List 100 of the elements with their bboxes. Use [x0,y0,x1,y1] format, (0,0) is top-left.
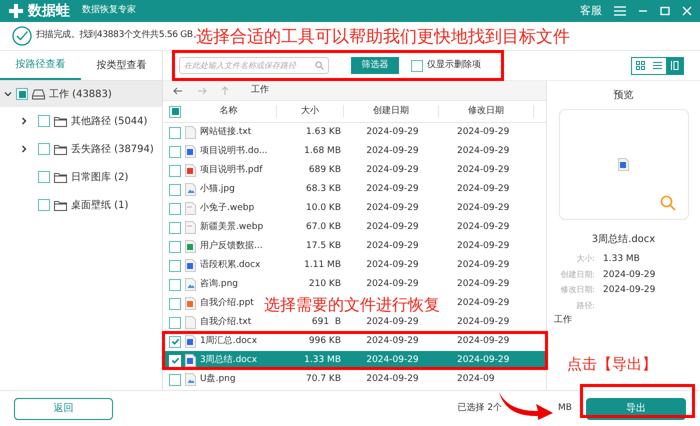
search-icon[interactable] [315,61,324,70]
checkbox[interactable] [169,146,181,158]
view-toggle[interactable] [666,58,683,74]
checkbox[interactable] [38,199,50,211]
checkbox[interactable] [169,260,181,272]
view-tab[interactable]: 按类型查看 [81,51,162,80]
created-date: 2024-09-29 [366,240,419,251]
check-circle-icon [12,26,32,46]
created-date: 2024-09-29 [366,374,419,384]
tree-label: 工作 (43883) [49,88,112,102]
checkbox[interactable] [38,143,50,155]
detail-path: 工作 [554,314,573,326]
checkbox[interactable] [169,106,181,118]
folder-icon [54,172,67,182]
file-icon [185,316,196,329]
file-name: 项目说明书.do... [200,144,268,158]
maximize-icon[interactable] [660,6,670,16]
file-size: 10.0 KB [306,202,341,213]
modified-date: 2024-09-29 [457,164,510,175]
file-name: 小猫.jpg [200,182,235,196]
modified-date: 2024-09-29 [457,240,510,251]
drive-icon [32,88,45,100]
created-date: 2024-09-29 [366,316,419,327]
tree-label: 桌面壁纸 (1) [71,198,128,212]
checkbox[interactable] [169,374,181,386]
checkbox[interactable] [169,278,181,290]
selection-size-unit: MB [558,402,572,415]
file-size: 1.63 KB [306,126,341,137]
modified-date: 2024-09-29 [457,202,510,213]
file-name: 用户反馈数据... [200,240,263,253]
tree-item[interactable]: 工作 (43883) [0,81,162,107]
annotation-text: 选择需要的文件进行恢复 [264,297,440,313]
modified-date: 2024-09-29 [457,260,510,270]
file-name: U盘.png [200,372,236,386]
file-name: 3周总结.docx [200,354,258,367]
file-name: 自我介绍.ppt [200,296,254,310]
checkbox[interactable] [38,115,50,127]
detail-label: 路径: [575,300,595,312]
app-subtitle: 数据恢复专家 [82,4,136,18]
selection-summary: 已选择 2个 [457,402,502,415]
file-size: 1.68 MB [304,146,341,156]
file-size: 1.33 MB [304,354,341,365]
file-icon [185,297,196,310]
checkbox[interactable] [16,88,28,100]
chevron-icon[interactable] [4,90,12,98]
checkbox[interactable] [169,164,181,176]
back-arrow-icon[interactable] [173,86,183,94]
checkbox[interactable] [169,222,181,234]
file-name: 1周汇总.docx [200,334,258,348]
checkbox[interactable] [169,336,181,348]
forward-arrow-icon[interactable] [197,86,207,94]
file-name: 咨询.png [200,278,238,291]
checkbox[interactable] [169,240,181,252]
tree-label: 日常图库 (2) [71,170,128,184]
checkbox[interactable] [169,316,181,328]
modified-date: 2024-09-29 [457,184,510,194]
modified-date: 2024-09 [457,374,495,384]
file-size: 17.5 KB [306,240,341,251]
detail-value: 1.33 MB [603,253,640,266]
deleted-only-label: 仅显示删除项 [427,58,481,72]
detail-value: 2024-09-29 [603,284,656,297]
file-icon [185,259,196,272]
checkbox[interactable] [169,184,181,196]
column-header[interactable]: 修改日期 [439,104,534,118]
modified-date: 2024-09-29 [457,126,510,137]
created-date: 2024-09-29 [366,164,419,175]
column-header[interactable]: 大小 [277,104,344,118]
modified-date: 2024-09-29 [457,146,510,156]
file-size: 68.3 KB [306,184,341,194]
search-field[interactable]: 在此处输入文件名称或保存路径 [179,57,329,74]
checkbox[interactable] [169,298,181,310]
created-date: 2024-09-29 [366,184,419,194]
file-icon [185,221,196,234]
modified-date: 2024-09-29 [457,222,510,232]
zoom-icon[interactable] [660,195,676,211]
back-button[interactable]: 返回 [14,398,113,420]
menu-icon[interactable] [614,6,626,16]
checkbox[interactable] [169,126,181,138]
checkbox[interactable] [411,60,423,72]
chevron-right-icon[interactable] [20,145,28,153]
column-header[interactable]: 创建日期 [344,104,439,118]
chevron-right-icon[interactable] [20,117,28,125]
detail-label: 创建日期: [559,268,595,280]
filter-button[interactable]: 筛选器 [351,57,399,74]
checkbox[interactable] [38,171,50,183]
created-date: 2024-09-29 [366,278,419,289]
support-link[interactable]: 客服 [580,2,602,20]
up-arrow-icon[interactable] [221,86,229,96]
file-icon [185,354,196,367]
file-name: 项目说明书.pdf [200,164,262,177]
close-icon[interactable] [682,6,692,16]
file-icon [185,240,196,253]
modified-date: 2024-09-29 [457,336,510,346]
column-header[interactable]: 名称 [181,104,277,118]
current-path: 工作 [251,84,269,97]
modified-date: 2024-09-29 [457,354,510,365]
checkbox[interactable] [169,202,181,214]
created-date: 2024-09-29 [366,336,419,346]
file-icon [185,278,196,291]
preview-file-name: 3周总结.docx [592,232,656,247]
